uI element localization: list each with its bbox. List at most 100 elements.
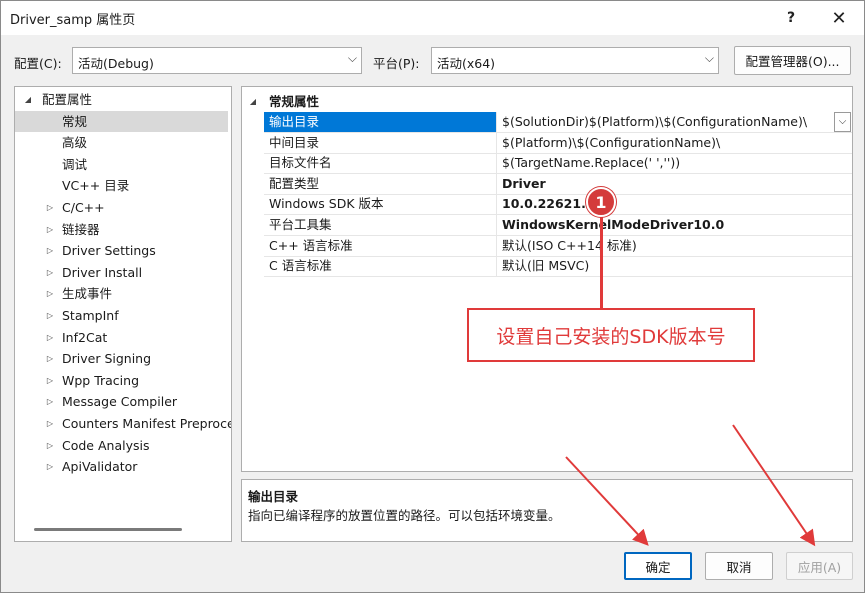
tree-item[interactable]: ▷ C/C++ — [15, 197, 231, 218]
property-row[interactable]: C++ 语言标准 默认(ISO C++14 标准) — [242, 235, 852, 257]
configuration-value: 活动(Debug) — [78, 56, 154, 71]
collapse-icon[interactable]: ◢ — [248, 91, 258, 112]
expand-icon[interactable]: ▷ — [45, 219, 55, 240]
expand-icon[interactable]: ▷ — [45, 305, 55, 326]
tree-item-label: StampInf — [62, 308, 119, 323]
tree-item[interactable]: ▷ Driver Install — [15, 262, 231, 283]
tree-item[interactable]: ▷ ApiValidator — [15, 456, 231, 477]
property-value[interactable]: $(SolutionDir)$(Platform)\$(Configuratio… — [496, 112, 852, 133]
settings-tree[interactable]: ◢ 配置属性常规高级调试 VC++ 目录 ▷ C/C++ ▷ 链接器 ▷ Driver Sett… — [14, 86, 232, 542]
property-row[interactable]: Windows SDK 版本 10.0.22621.0 — [242, 194, 852, 216]
tree-item-label: 生成事件 — [62, 286, 113, 302]
tree-item-label: 配置属性 — [42, 92, 93, 107]
tree-item[interactable]: 常规 — [15, 110, 228, 132]
tree-item-label: 高级 — [62, 135, 88, 151]
expand-icon[interactable]: ▷ — [45, 348, 55, 369]
tree-item-label: ApiValidator — [62, 459, 138, 475]
tree-item[interactable]: 高级 — [15, 132, 231, 153]
tree-item-label: C/C++ — [62, 200, 105, 215]
ok-button[interactable]: 确定 — [624, 552, 692, 580]
property-value[interactable]: $(TargetName.Replace(' ','')) — [496, 153, 852, 175]
property-value[interactable]: $(Platform)\$(ConfigurationName)\ — [496, 132, 852, 154]
tree-item-label: 链接器 — [62, 221, 100, 237]
configuration-label: 配置(C): — [14, 56, 62, 71]
help-button[interactable]: ? — [768, 1, 814, 35]
row-gutter — [242, 112, 264, 133]
row-gutter — [242, 132, 264, 154]
property-row[interactable]: 目标文件名 $(TargetName.Replace(' ','')) — [242, 153, 852, 175]
tree-item-label: Wpp Tracing — [62, 372, 140, 388]
description-text: 指向已编译程序的放置位置的路径。可以包括环境变量。 — [248, 508, 561, 523]
description-title: 输出目录 — [248, 489, 299, 504]
row-gutter — [242, 173, 264, 195]
expand-icon[interactable]: ▷ — [45, 240, 55, 261]
row-gutter — [242, 194, 264, 216]
expand-icon[interactable]: ▷ — [45, 413, 55, 434]
property-row[interactable]: 配置类型 Driver — [242, 173, 852, 195]
close-button[interactable]: ✕ — [816, 1, 862, 35]
platform-label: 平台(P): — [373, 56, 420, 71]
chevron-down-icon: ⌵ — [704, 51, 714, 65]
tree-item[interactable]: 调试 — [15, 154, 231, 175]
tree-item[interactable]: ▷ Driver Signing — [15, 348, 231, 369]
tree-item[interactable]: VC++ 目录 — [15, 175, 231, 196]
tree-item[interactable]: ▷ Inf2Cat — [15, 327, 231, 348]
row-gutter — [242, 235, 264, 257]
property-name: C 语言标准 — [264, 256, 496, 278]
title-bar: Driver_samp 属性页 ? ✕ — [1, 1, 864, 35]
tree-item-label: 常规 — [62, 113, 88, 129]
property-row[interactable]: 中间目录 $(Platform)\$(ConfigurationName)\ — [242, 132, 852, 154]
collapse-icon[interactable]: ◢ — [23, 89, 33, 110]
annotation-callout: 设置自己安装的SDK版本号 — [467, 308, 755, 362]
expand-icon[interactable]: ▷ — [45, 262, 55, 283]
annotation-connector — [600, 217, 603, 308]
expand-icon[interactable]: ▷ — [45, 370, 55, 391]
tree-item[interactable]: ▷ 生成事件 — [15, 283, 231, 304]
tree-item[interactable]: ▷ Message Compiler — [15, 391, 231, 412]
row-gutter — [242, 153, 264, 175]
chevron-down-icon: ⌵ — [347, 51, 357, 65]
horizontal-scrollbar[interactable] — [34, 528, 182, 531]
description-panel: 输出目录 指向已编译程序的放置位置的路径。可以包括环境变量。 — [241, 479, 853, 542]
property-name: 平台工具集 — [264, 215, 496, 236]
platform-value: 活动(x64) — [437, 56, 496, 71]
configuration-select[interactable]: 活动(Debug) ⌵ — [72, 47, 362, 74]
tree-item[interactable]: ▷ Counters Manifest Preprocessor — [15, 413, 231, 434]
category-row-general[interactable]: ◢ 常规属性 — [242, 91, 852, 112]
property-grid[interactable]: ◢ 常规属性 输出目录 $(SolutionDir)$(Platform)\$(C… — [241, 86, 853, 472]
property-value[interactable]: 默认(ISO C++14 标准) — [496, 235, 852, 257]
tree-item[interactable]: ▷ Driver Settings — [15, 240, 231, 261]
platform-select[interactable]: 活动(x64) ⌵ — [431, 47, 719, 74]
property-value[interactable]: WindowsKernelModeDriver10.0 — [496, 215, 852, 236]
property-row[interactable]: C 语言标准 默认(旧 MSVC) — [242, 256, 852, 278]
property-value[interactable]: Driver — [496, 173, 852, 195]
expand-icon[interactable]: ▷ — [45, 197, 55, 218]
expand-icon[interactable]: ▷ — [45, 327, 55, 348]
window-title: Driver_samp 属性页 — [10, 13, 136, 28]
tree-item[interactable]: ◢ 配置属性 — [15, 89, 231, 110]
tree-item-label: Code Analysis — [62, 437, 150, 453]
tree-item[interactable]: ▷ Code Analysis — [15, 435, 231, 456]
expand-icon[interactable]: ▷ — [45, 435, 55, 456]
property-name: Windows SDK 版本 — [264, 194, 496, 216]
cancel-button[interactable]: 取消 — [705, 552, 773, 580]
property-name: 配置类型 — [264, 174, 496, 195]
property-row[interactable]: 输出目录 $(SolutionDir)$(Platform)\$(Configur… — [242, 112, 852, 133]
tree-item[interactable]: ▷ Wpp Tracing — [15, 370, 231, 391]
tree-item[interactable]: ▷ 链接器 — [15, 219, 231, 240]
tree-item[interactable]: ▷ StampInf — [15, 305, 231, 326]
chevron-down-icon[interactable]: ⌵ — [834, 112, 851, 132]
expand-icon[interactable]: ▷ — [45, 456, 55, 477]
property-value[interactable]: 10.0.22621.0 — [496, 194, 852, 216]
property-value[interactable]: 默认(旧 MSVC) — [496, 256, 852, 278]
expand-icon[interactable]: ▷ — [45, 283, 55, 304]
apply-button[interactable]: 应用(A) — [786, 552, 853, 580]
property-name: 目标文件名 — [264, 153, 496, 175]
configuration-manager-button[interactable]: 配置管理器(O)... — [734, 46, 851, 75]
tree-item-label: VC++ 目录 — [62, 178, 130, 194]
property-row[interactable]: 平台工具集 WindowsKernelModeDriver10.0 — [242, 215, 852, 236]
expand-icon[interactable]: ▷ — [45, 391, 55, 412]
